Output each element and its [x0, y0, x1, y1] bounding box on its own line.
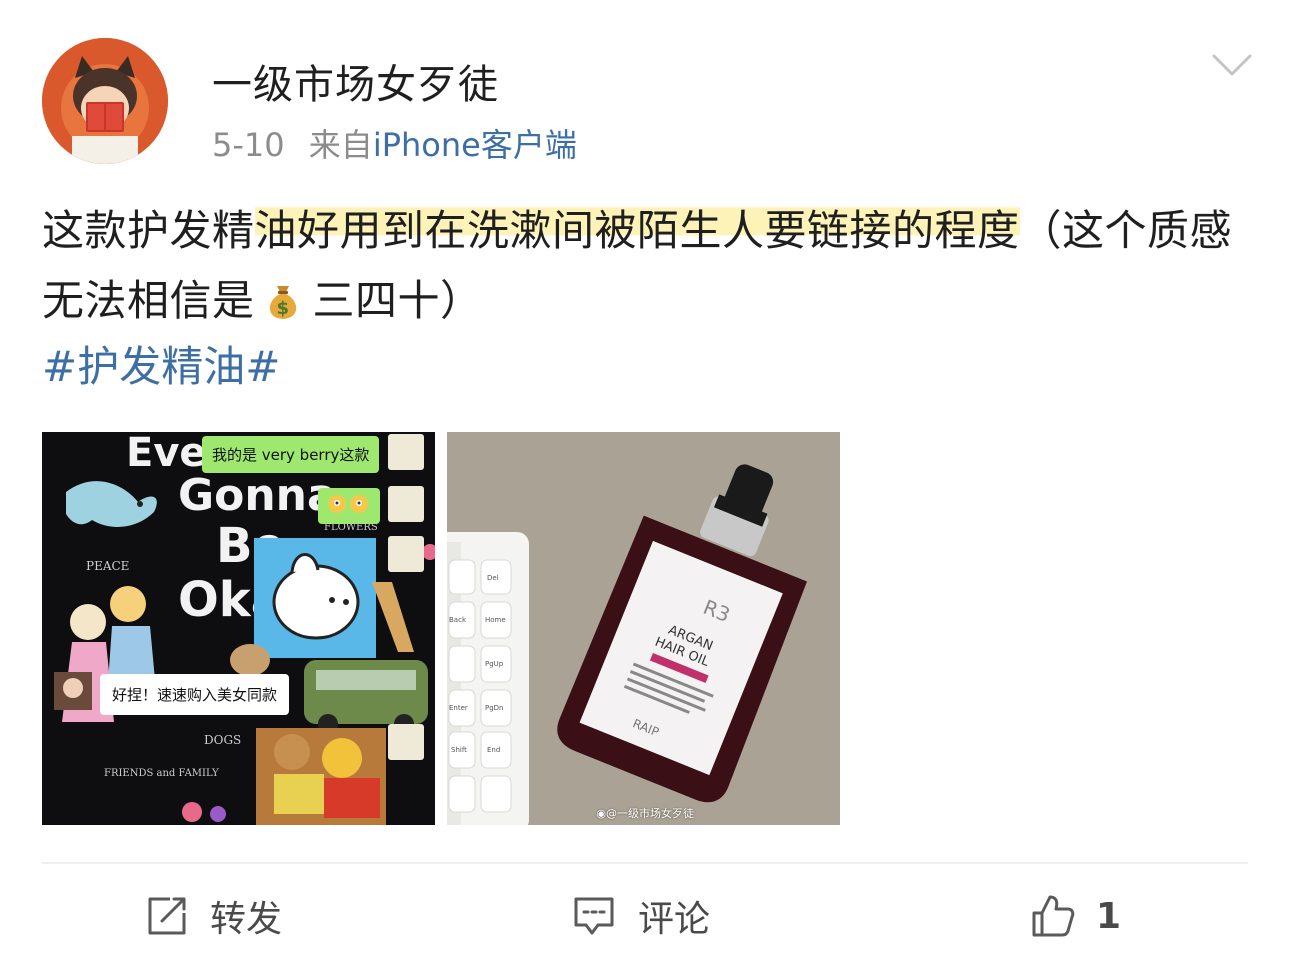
chat-bubble-emoji: [318, 488, 380, 524]
source-prefix: 来自: [308, 126, 373, 164]
post-meta: 5-10 来自iPhone客户端: [212, 120, 577, 166]
comment-button[interactable]: 评论: [572, 890, 710, 942]
repost-button[interactable]: 转发: [146, 890, 282, 942]
poster-word-2: Gonna: [178, 470, 337, 521]
chat-bubble-bottom: 好捏！速速购入美女同款: [100, 674, 290, 715]
key-pgdn: PgDn: [485, 704, 504, 712]
poster-label-peace: PEACE: [86, 559, 129, 573]
chat-avatar-3: [388, 536, 424, 572]
hashtag-link[interactable]: #护发精油#: [42, 332, 280, 402]
poster-label-family: FRIENDS and FAMILY: [104, 768, 219, 779]
repost-label: 转发: [210, 899, 283, 940]
source-device-link[interactable]: iPhone客户端: [373, 126, 577, 164]
post-text-start: 这款护发精: [42, 206, 255, 255]
key-home: Home: [485, 616, 506, 624]
chat-avatar-2: [388, 486, 424, 522]
weibo-post-card: 一级市场女歹徒 5-10 来自iPhone客户端 这款护发精油好用到在洗漱间被陌…: [0, 0, 1290, 974]
post-text: 这款护发精油好用到在洗漱间被陌生人要链接的程度（这个质感 无法相信是 $ 三四十…: [42, 196, 1252, 336]
post-image-2[interactable]: Del Home PgUp PgDn End Back Enter Shift …: [447, 432, 840, 825]
key-shift: Shift: [451, 746, 467, 754]
money-bag-icon: $: [269, 286, 296, 319]
post-text-highlight: 油好用到在洗漱间被陌生人要链接的程度: [254, 206, 1020, 255]
chat-avatar-1: [388, 434, 424, 470]
comment-icon: [574, 897, 614, 935]
like-count: 1: [1096, 895, 1122, 937]
weibo-logo-icon: ◉: [596, 807, 606, 820]
avatar[interactable]: [42, 38, 168, 164]
key-back: Back: [449, 616, 467, 624]
username[interactable]: 一级市场女歹徒: [212, 52, 499, 110]
hair-oil-photo: Del Home PgUp PgDn End Back Enter Shift …: [447, 432, 840, 825]
chat-avatar-4: [388, 724, 424, 760]
chevron-down-icon[interactable]: [1208, 48, 1256, 82]
repost-icon: [148, 897, 186, 935]
image-watermark: ◉@一级市场女歹徒: [596, 805, 694, 821]
post-date: 5-10: [212, 126, 285, 164]
comment-label: 评论: [638, 899, 711, 940]
key-pgup: PgUp: [485, 660, 504, 668]
key-end: End: [487, 746, 500, 754]
key-enter: Enter: [449, 704, 468, 712]
like-button[interactable]: 1: [1030, 890, 1121, 942]
chat-bubble-top: 我的是 very berry这款: [202, 436, 380, 473]
flushed-face-icon: [328, 495, 368, 513]
post-text-end: 三四十）: [312, 276, 483, 325]
poster-label-dogs: DOGS: [204, 733, 241, 747]
post-image-1[interactable]: Ever Gonna Be Oka PEACE FLOWERS DOGS FRI…: [42, 432, 435, 825]
action-bar-divider: [42, 862, 1248, 864]
key-del: Del: [487, 574, 499, 582]
watermark-text: @一级市场女歹徒: [606, 807, 694, 820]
svg-text:$: $: [276, 298, 289, 319]
thumbs-up-icon: [1032, 895, 1075, 937]
